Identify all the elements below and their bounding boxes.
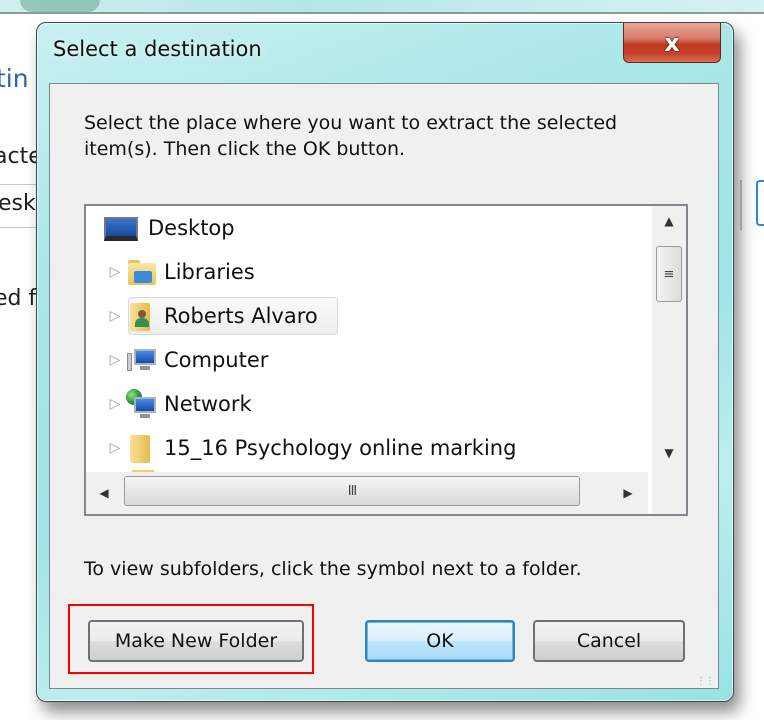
tree-item-psychology-folder[interactable]: ▷ 15_16 Psychology online marking [104, 428, 516, 468]
tree-item-roberts-alvaro[interactable]: ▷ Roberts Alvaro [104, 296, 338, 336]
hint-text: To view subfolders, click the symbol nex… [84, 558, 582, 580]
arrow-down-icon: ▼ [664, 446, 674, 460]
scroll-left-button[interactable]: ◀ [86, 472, 122, 514]
tree-item-libraries[interactable]: ▷ Libraries [104, 252, 255, 292]
resize-grip-icon[interactable]: ⋮⋮ [696, 677, 715, 687]
tree-item-label: Libraries [164, 260, 255, 284]
tree-item-computer[interactable]: ▷ Computer [104, 340, 269, 380]
tree-item-label: Computer [164, 348, 269, 372]
grip-icon: III [347, 483, 357, 499]
scroll-right-button[interactable]: ▶ [610, 472, 646, 514]
ok-button[interactable]: OK [365, 620, 515, 662]
desktop-icon [104, 213, 140, 243]
dialog-body: Select the place where you want to extra… [49, 83, 719, 689]
tree-item-network[interactable]: ▷ Network [104, 384, 252, 424]
tree-item-label: 15_16 Psychology online marking [164, 436, 517, 460]
scroll-down-button[interactable]: ▼ [652, 438, 686, 468]
tree-item-label: Roberts Alvaro [164, 304, 318, 328]
expand-icon[interactable]: ▷ [104, 252, 126, 292]
dialog-title: Select a destination [53, 37, 262, 61]
tree-item-desktop[interactable]: Desktop [104, 208, 235, 248]
folder-tree[interactable]: Desktop ▷ Libraries ▷ Roberts Alvaro ▷ C… [84, 204, 688, 516]
computer-icon [126, 345, 156, 375]
scroll-up-button[interactable]: ▲ [652, 206, 686, 236]
close-icon: x [664, 28, 680, 57]
folder-tree-viewport: Desktop ▷ Libraries ▷ Roberts Alvaro ▷ C… [86, 206, 648, 472]
tree-item-label: Network [164, 392, 252, 416]
vertical-scroll-thumb[interactable]: ≡ [656, 246, 682, 302]
background-heading-fragment: tin [0, 64, 29, 93]
expand-icon[interactable]: ▷ [104, 340, 126, 380]
instruction-text: Select the place where you want to extra… [84, 112, 618, 160]
close-button[interactable]: x [623, 23, 721, 63]
scrollbar-corner [652, 472, 686, 514]
grip-icon: ≡ [663, 266, 675, 282]
background-window-titlebar [0, 0, 764, 14]
expand-icon[interactable]: ▷ [104, 384, 126, 424]
background-decoration [20, 0, 100, 12]
select-destination-dialog: Select a destination x Select the place … [36, 22, 734, 702]
cancel-button[interactable]: Cancel [533, 620, 685, 662]
folder-icon [126, 433, 156, 463]
user-folder-icon [126, 301, 156, 331]
libraries-icon [126, 257, 156, 287]
tree-item-label: Desktop [148, 216, 235, 240]
make-new-folder-button[interactable]: Make New Folder [88, 620, 304, 662]
arrow-left-icon: ◀ [99, 486, 109, 500]
expand-icon[interactable]: ▷ [104, 296, 126, 336]
expand-icon[interactable]: ▷ [104, 428, 126, 468]
horizontal-scroll-thumb[interactable]: III [124, 476, 580, 506]
background-text-fragment: ed f [0, 286, 37, 311]
vertical-scrollbar[interactable]: ▲ ≡ ▼ [652, 206, 686, 472]
arrow-right-icon: ▶ [623, 486, 633, 500]
background-divider [740, 180, 742, 230]
network-icon [126, 389, 156, 419]
arrow-up-icon: ▲ [664, 214, 674, 228]
background-button[interactable] [756, 180, 764, 226]
horizontal-scrollbar[interactable]: ◀ III ▶ [86, 472, 648, 514]
